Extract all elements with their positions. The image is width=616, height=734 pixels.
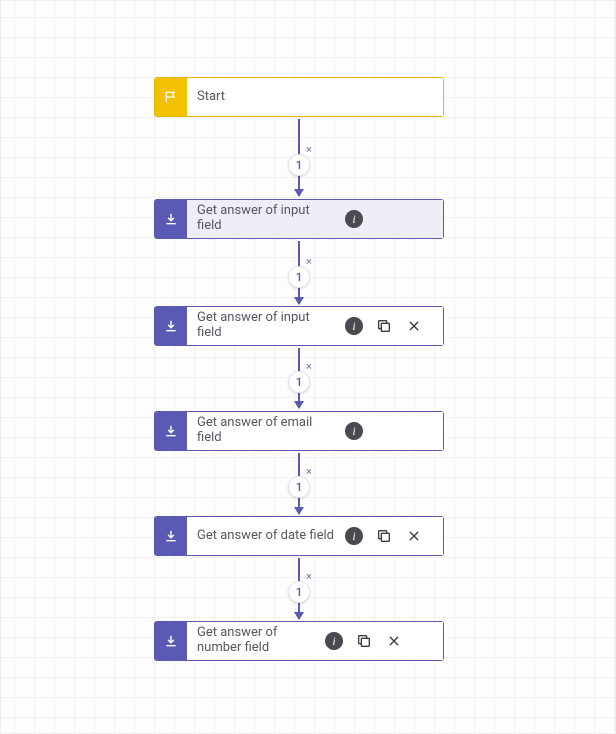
duplicate-button[interactable]: [355, 632, 373, 650]
node-label: Get answer of input field: [197, 204, 337, 234]
connector-close-icon[interactable]: ×: [306, 571, 312, 582]
flag-icon: [155, 78, 187, 116]
node-start[interactable]: Start: [154, 77, 444, 117]
info-icon[interactable]: i: [345, 210, 363, 228]
connector[interactable]: 1 ×: [298, 558, 300, 619]
download-icon: [155, 307, 187, 345]
duplicate-button[interactable]: [375, 527, 393, 545]
info-icon[interactable]: i: [345, 527, 363, 545]
workflow-canvas[interactable]: Start 1 × Get answer of input field i 1 …: [1, 1, 615, 733]
node-get-answer-input[interactable]: Get answer of input field i: [154, 199, 444, 239]
download-icon: [155, 517, 187, 555]
connector-badge[interactable]: 1: [288, 476, 310, 498]
connector-badge[interactable]: 1: [288, 371, 310, 393]
connector[interactable]: 1 ×: [298, 241, 300, 304]
connector[interactable]: 1 ×: [298, 119, 300, 196]
node-get-answer-input[interactable]: Get answer of input field i: [154, 306, 444, 346]
connector[interactable]: 1 ×: [298, 348, 300, 408]
node-label: Get answer of email field: [197, 416, 337, 446]
connector-close-icon[interactable]: ×: [306, 361, 312, 372]
delete-button[interactable]: [405, 317, 423, 335]
connector-close-icon[interactable]: ×: [306, 466, 312, 477]
connector-close-icon[interactable]: ×: [306, 144, 312, 155]
node-get-answer-date[interactable]: Get answer of date field i: [154, 516, 444, 556]
connector[interactable]: 1 ×: [298, 453, 300, 514]
delete-button[interactable]: [405, 527, 423, 545]
node-label: Get answer of number field: [197, 626, 317, 656]
node-get-answer-email[interactable]: Get answer of email field i: [154, 411, 444, 451]
info-icon[interactable]: i: [345, 422, 363, 440]
connector-close-icon[interactable]: ×: [306, 256, 312, 267]
connector-badge[interactable]: 1: [288, 266, 310, 288]
duplicate-button[interactable]: [375, 317, 393, 335]
delete-button[interactable]: [385, 632, 403, 650]
download-icon: [155, 200, 187, 238]
download-icon: [155, 622, 187, 660]
info-icon[interactable]: i: [345, 317, 363, 335]
node-label: Get answer of input field: [197, 311, 337, 341]
node-label: Get answer of date field: [197, 529, 337, 544]
connector-badge[interactable]: 1: [288, 581, 310, 603]
download-icon: [155, 412, 187, 450]
connector-badge[interactable]: 1: [288, 154, 310, 176]
node-get-answer-number[interactable]: Get answer of number field i: [154, 621, 444, 661]
node-label: Start: [197, 90, 433, 105]
info-icon[interactable]: i: [325, 632, 343, 650]
